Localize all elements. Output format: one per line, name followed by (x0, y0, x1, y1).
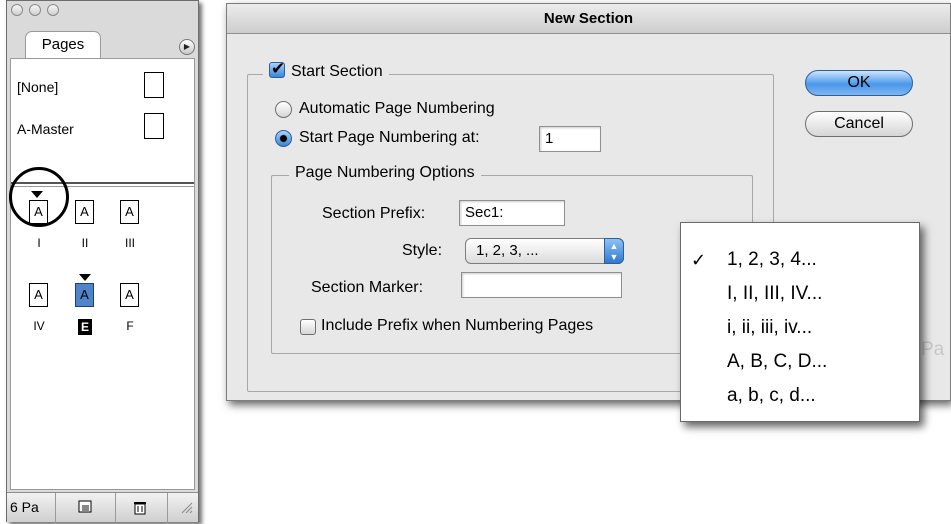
checkmark-icon: ✓ (691, 250, 707, 270)
page-label: I (37, 236, 41, 250)
section-marker-label: Section Marker: (311, 279, 424, 296)
style-popup-menu: ✓ 1, 2, 3, 4... I, II, III, IV... i, ii,… (680, 222, 920, 422)
menu-item-label: a, b, c, d... (727, 385, 816, 406)
minimize-window-icon[interactable] (29, 4, 41, 16)
section-start-icon (79, 274, 91, 281)
include-prefix-checkbox[interactable] (300, 319, 316, 335)
menu-item-upper-roman[interactable]: I, II, III, IV... (681, 277, 919, 311)
section-prefix-input[interactable]: Sec1: (459, 200, 565, 226)
start-section-checkbox[interactable]: ✔ (269, 59, 286, 78)
master-label: [None] (17, 79, 59, 95)
master-item-a-master[interactable]: A-Master (17, 121, 74, 137)
page-label: F (126, 319, 134, 333)
master-label: A-Master (17, 121, 74, 137)
start-section-label: Start Section (291, 63, 383, 80)
page-thumb-selected[interactable]: A (75, 283, 94, 307)
pages-panel-body: [None] A-Master A I A II A III A IV A E … (10, 58, 195, 490)
master-item-none[interactable]: [None] (17, 79, 58, 95)
page-label: IV (33, 319, 45, 333)
checkmark-icon: ✔ (271, 59, 286, 78)
numbering-options-title: Page Numbering Options (289, 164, 481, 182)
section-prefix-label: Section Prefix: (322, 205, 426, 222)
start-section-header: ✔ Start Section (263, 59, 389, 81)
page-thumb[interactable]: A (75, 200, 94, 224)
panel-titlebar (7, 1, 198, 23)
auto-numbering-radio[interactable] (275, 101, 292, 118)
style-label: Style: (402, 242, 443, 259)
new-page-icon[interactable] (77, 500, 95, 516)
menu-item-upper-alpha[interactable]: A, B, C, D... (681, 345, 919, 379)
footer-divider (55, 493, 56, 523)
page-thumb[interactable]: A (120, 200, 139, 224)
trash-icon[interactable] (131, 500, 149, 516)
page-thumb[interactable]: A (29, 283, 48, 307)
zoom-window-icon[interactable] (47, 4, 59, 16)
callout-circle (9, 167, 69, 227)
menu-item-label: A, B, C, D... (727, 351, 828, 372)
page-thumb[interactable]: A (120, 283, 139, 307)
tab-pages[interactable]: Pages (25, 31, 101, 59)
page-label: II (81, 236, 89, 250)
menu-item-label: i, ii, iii, iv... (727, 317, 813, 338)
cancel-button[interactable]: Cancel (805, 111, 913, 137)
start-numbering-label: Start Page Numbering at: (299, 129, 480, 146)
menu-item-lower-roman[interactable]: i, ii, iii, iv... (681, 311, 919, 345)
style-popup[interactable]: 1, 2, 3, ... ▲ ▼ (465, 238, 624, 264)
page-label: III (124, 236, 135, 250)
pages-panel: Pages ▶ [None] A-Master A I A II A III A… (6, 0, 199, 523)
menu-item-lower-alpha[interactable]: a, b, c, d... (681, 379, 919, 413)
start-numbering-radio[interactable] (275, 130, 292, 147)
panel-menu-icon[interactable]: ▶ (179, 39, 195, 55)
dialog-title: New Section (227, 4, 950, 34)
master-thumb-none[interactable] (144, 72, 164, 98)
include-prefix-label: Include Prefix when Numbering Pages (321, 317, 594, 334)
section-marker-input[interactable] (461, 272, 622, 298)
style-popup-value: 1, 2, 3, ... (476, 242, 539, 259)
menu-item-label: I, II, III, IV... (727, 283, 823, 304)
start-page-number-input[interactable]: 1 (539, 126, 601, 152)
auto-numbering-label: Automatic Page Numbering (299, 100, 495, 117)
obscured-text: Pa (921, 339, 945, 360)
panel-footer: 6 Pa (7, 492, 198, 523)
ok-button[interactable]: OK (805, 70, 913, 96)
close-window-icon[interactable] (11, 4, 23, 16)
menu-item-label: 1, 2, 3, 4... (727, 249, 817, 270)
footer-divider (167, 493, 168, 523)
page-count: 6 Pa (10, 499, 39, 515)
updown-arrows-icon: ▲ ▼ (604, 238, 624, 264)
menu-item-arabic[interactable]: ✓ 1, 2, 3, 4... (681, 243, 919, 277)
footer-divider (115, 493, 116, 523)
page-label-selected: E (78, 319, 92, 335)
master-thumb-a-master[interactable] (144, 113, 164, 139)
resize-grip-icon[interactable] (177, 500, 195, 516)
